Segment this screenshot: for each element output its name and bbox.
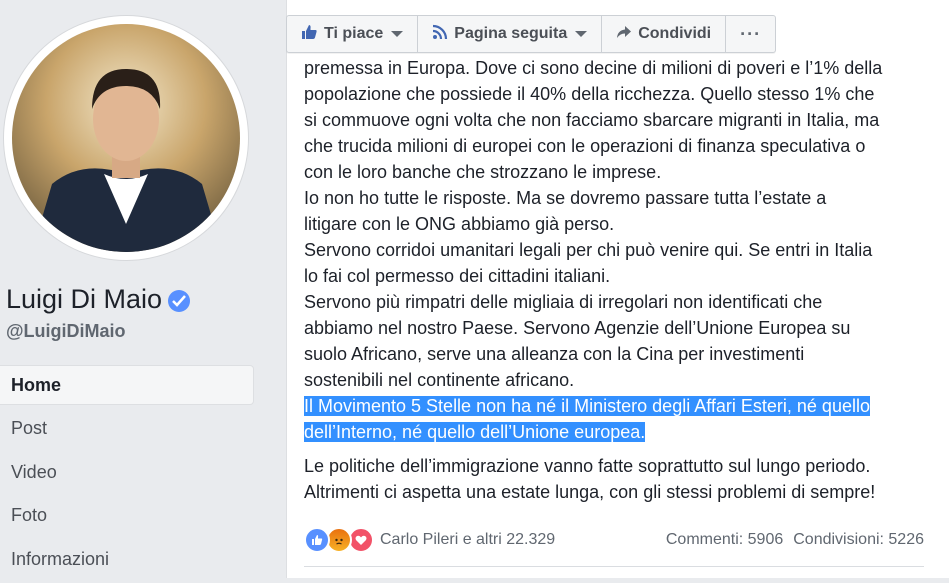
more-dots-icon: ···: [740, 23, 762, 44]
chevron-down-icon: [391, 31, 404, 37]
post-line: Io non ho tutte le risposte. Ma se dovre…: [304, 188, 827, 208]
avatar[interactable]: [12, 24, 240, 252]
post-body: premessa in Europa. Dove ci sono decine …: [304, 55, 929, 505]
comments-count-link[interactable]: Commenti: 5906: [666, 531, 783, 549]
post-line: abbiamo nel nostro Paese. Servono Agenzi…: [304, 318, 851, 338]
nav-item-video[interactable]: Video: [0, 452, 254, 492]
follow-page-label: Pagina seguita: [454, 25, 568, 42]
rss-follow-icon: [432, 24, 448, 45]
nav-item-home[interactable]: Home: [0, 365, 254, 405]
post-line: sostenibili nel continente africano.: [304, 370, 575, 390]
nav-item-informazioni[interactable]: Informazioni: [0, 539, 254, 579]
post-footer: Carlo Pileri e altri 22.329 Commenti: 59…: [304, 526, 924, 554]
follow-page-button[interactable]: Pagina seguita: [418, 16, 603, 52]
highlighted-line: Il Movimento 5 Stelle non ha né il Minis…: [304, 393, 929, 419]
post-card: premessa in Europa. Dove ci sono decine …: [286, 0, 949, 578]
page-nav: Home Post Video Foto Informazioni: [0, 365, 254, 583]
like-reaction-icon[interactable]: [304, 527, 330, 553]
profile-name-text[interactable]: Luigi Di Maio: [6, 284, 162, 315]
footer-divider: [304, 566, 924, 567]
profile-picture-frame[interactable]: [4, 16, 248, 260]
page-action-bar: Ti piace Pagina seguita Condividi ···: [286, 15, 777, 53]
more-options-button[interactable]: ···: [726, 16, 775, 52]
share-page-button[interactable]: Condividi: [602, 16, 727, 52]
profile-name[interactable]: Luigi Di Maio: [6, 284, 191, 315]
like-page-button[interactable]: Ti piace: [287, 16, 419, 52]
nav-item-foto[interactable]: Foto: [0, 496, 254, 536]
shares-count-link[interactable]: Condivisioni: 5226: [793, 531, 924, 549]
post-line: Altrimenti ci aspetta una estate lunga, …: [304, 482, 876, 502]
post-line: suolo Africano, serve una alleanza con l…: [304, 344, 805, 364]
post-line: Servono più rimpatri delle migliaia di i…: [304, 292, 823, 312]
post-line: lo fai col permesso dei cittadini italia…: [304, 266, 611, 286]
post-line: popolazione che possiede il 40% della ri…: [304, 84, 875, 104]
reactors-link[interactable]: Carlo Pileri e altri 22.329: [380, 531, 555, 549]
post-line: che trucida milioni di europei con le op…: [304, 136, 866, 156]
chevron-down-icon: [575, 31, 588, 37]
share-page-label: Condividi: [638, 25, 712, 42]
post-line: Servono corridoi umanitari legali per ch…: [304, 240, 873, 260]
share-arrow-icon: [616, 25, 632, 44]
like-page-label: Ti piace: [324, 25, 384, 42]
post-line: con le loro banche che strozzano le impr…: [304, 162, 662, 182]
nav-item-post[interactable]: Post: [0, 409, 254, 449]
sidebar: Luigi Di Maio @LuigiDiMaio Home Post Vid…: [0, 0, 268, 578]
selected-text: dell’Interno, né quello dell’Unione euro…: [304, 422, 646, 442]
thumbs-up-icon: [301, 24, 318, 45]
post-line: premessa in Europa. Dove ci sono decine …: [304, 58, 883, 78]
selected-text: Il Movimento 5 Stelle non ha né il Minis…: [304, 396, 870, 416]
highlighted-line: dell’Interno, né quello dell’Unione euro…: [304, 419, 929, 445]
post-line: Le politiche dell’immigrazione vanno fat…: [304, 456, 871, 476]
post-line: litigare con le ONG abbiamo già perso.: [304, 214, 615, 234]
verified-badge-icon: [168, 289, 191, 312]
post-line: si commuove ogni volta che non facciamo …: [304, 110, 880, 130]
avatar-photo: [12, 24, 240, 252]
profile-handle[interactable]: @LuigiDiMaio: [6, 321, 126, 342]
engagement-counts: Commenti: 5906 Condivisioni: 5226: [666, 531, 924, 549]
